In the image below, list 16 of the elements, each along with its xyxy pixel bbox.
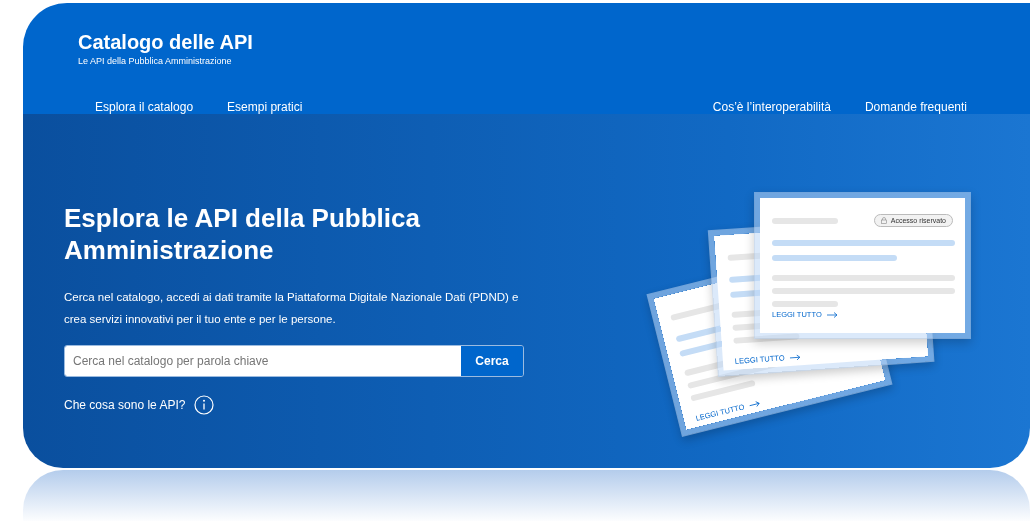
search-field[interactable]: Cerca nel catalogo per parola chiave Cerca [64, 345, 524, 377]
site-subtitle: Le API della Pubblica Amministrazione [78, 56, 233, 66]
info-icon[interactable] [194, 395, 215, 415]
hero-title: Esplora le API della Pubblica Amministrazione [64, 202, 421, 266]
nav-link[interactable]: Domande frequenti [864, 100, 967, 114]
arrow-icon [748, 399, 761, 409]
arrow-icon [789, 353, 801, 361]
nav-link[interactable]: Esempi pratici [227, 100, 303, 114]
arrow-icon [826, 311, 838, 318]
lock-icon [880, 217, 887, 224]
hero-description: Cerca nel catalogo, accedi ai dati tramite la Piattaforma Digitale Nazionale Dati (PDND) e crea servizi innovativi per il tuo ente e per le persone. [64, 290, 520, 327]
nav-link[interactable]: Esplora il catalogo [95, 100, 194, 114]
site-title: Catalogo delle API [78, 31, 254, 54]
nav-link[interactable]: Cos’è l’interoperabilità [712, 100, 831, 114]
search-button[interactable]: Cerca [461, 346, 523, 376]
help-link[interactable]: Che cosa sono le API? [64, 398, 186, 412]
